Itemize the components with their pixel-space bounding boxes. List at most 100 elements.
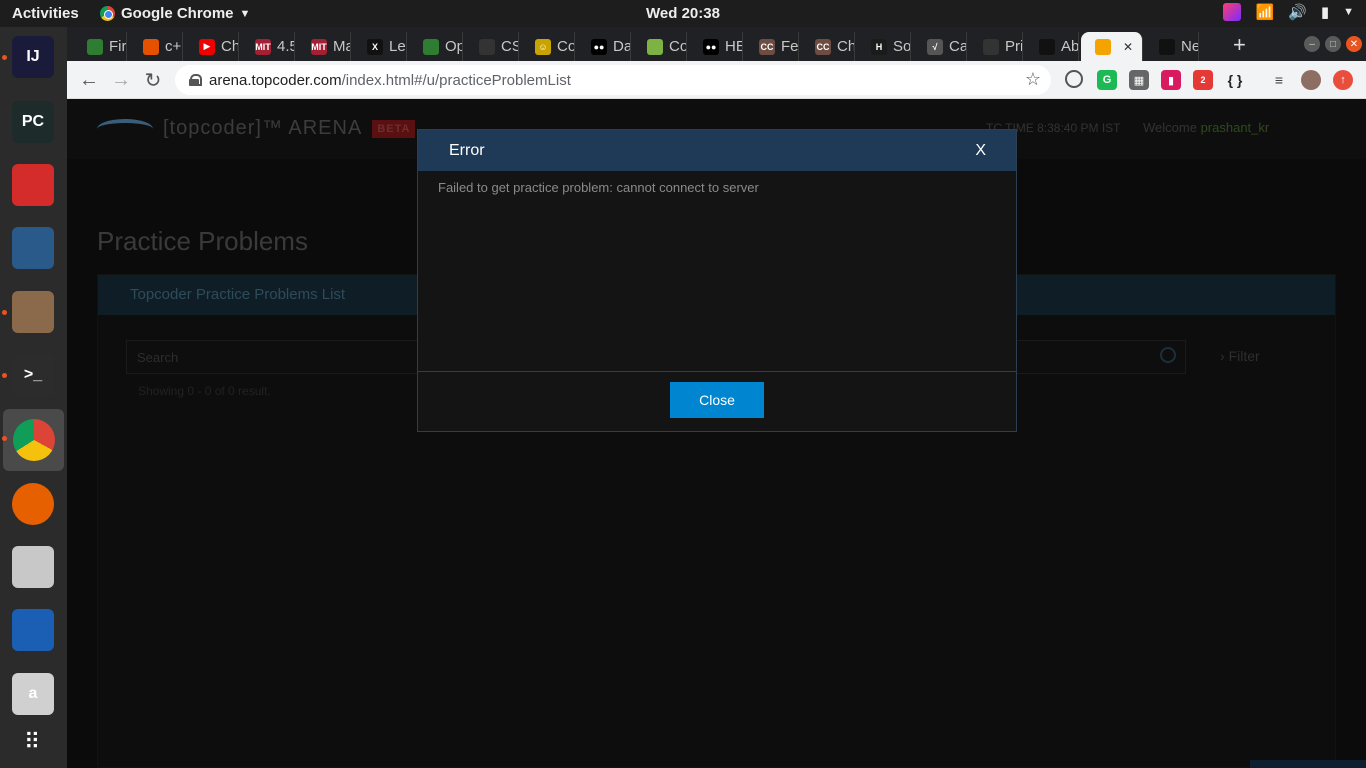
filter-label: Filter — [1228, 348, 1260, 364]
welcome-text: Welcome prashant_kr — [1143, 120, 1269, 135]
activities-button[interactable]: Activities — [12, 5, 79, 22]
tab-label: Da — [613, 38, 631, 55]
dock-item-thunderbird[interactable] — [8, 605, 58, 655]
tab-close-icon[interactable]: ✕ — [1123, 40, 1133, 54]
tab-label: Le — [389, 38, 406, 55]
tab-strip: + – □ ✕ Fir c+ ▶ Ch MIT 4.5 MIT Ma X Le Op CS ☺ Co ●● D… — [67, 27, 1366, 61]
profile-avatar[interactable] — [1301, 70, 1321, 90]
lock-icon[interactable] — [189, 74, 202, 86]
dock-item-pycharm[interactable]: PC — [8, 97, 58, 147]
tab[interactable]: Pri — [969, 32, 1023, 61]
wifi-icon[interactable]: 📶 — [1255, 3, 1274, 21]
address-bar[interactable]: arena.topcoder.com/index.html#/u/practic… — [175, 65, 1051, 95]
browser-toolbar: ← → ↻ arena.topcoder.com/index.html#/u/p… — [67, 61, 1366, 99]
tab[interactable]: c+ — [129, 32, 183, 61]
tab[interactable]: ●● Da — [577, 32, 631, 61]
tab-favicon-icon — [479, 38, 495, 55]
reload-icon[interactable]: ↻ — [141, 68, 165, 92]
intellij-icon: IJ — [12, 36, 54, 78]
system-tray[interactable]: 📶 🔊 ▮ ▼ — [1223, 3, 1354, 21]
tab-favicon-icon — [1159, 38, 1175, 55]
extension-icon[interactable] — [1065, 70, 1083, 88]
tab-favicon-icon: ●● — [703, 38, 719, 55]
tab[interactable]: ▶ Ch — [185, 32, 239, 61]
extension-badge: 2 — [1200, 75, 1206, 85]
update-icon[interactable]: ↑ — [1333, 70, 1353, 90]
tab[interactable]: MIT 4.5 — [241, 32, 295, 61]
tab-label: Ab — [1061, 38, 1079, 55]
tab[interactable]: √ Ca — [913, 32, 967, 61]
dock-item-chrome[interactable] — [3, 409, 64, 471]
chevron-down-icon: ▼ — [239, 7, 251, 20]
tab[interactable]: X Le — [353, 32, 407, 61]
running-indicator — [2, 310, 7, 315]
result-count: Showing 0 - 0 of 0 result. — [138, 384, 271, 398]
dock-item-firefox[interactable] — [8, 479, 58, 529]
tab-favicon-icon — [87, 38, 103, 55]
search-icon[interactable] — [1160, 347, 1176, 363]
chevron-down-icon[interactable]: ▼ — [1343, 6, 1354, 21]
minimize-icon[interactable]: – — [1304, 36, 1320, 52]
tab[interactable]: Co — [633, 32, 687, 61]
close-button[interactable]: Close — [670, 382, 764, 418]
close-window-icon[interactable]: ✕ — [1346, 36, 1362, 52]
filter-button[interactable]: › Filter — [1220, 348, 1260, 364]
mysql-workbench-icon — [12, 227, 54, 269]
corner-bar — [1250, 760, 1366, 768]
tab-active[interactable]: ✕ — [1081, 32, 1143, 61]
dock-item-mysql-workbench[interactable] — [8, 223, 58, 273]
apps-grid-icon[interactable]: ⠿ — [8, 717, 58, 767]
badge-extension-icon[interactable]: 2 — [1193, 70, 1213, 90]
grammarly-extension-icon[interactable]: G — [1097, 70, 1117, 90]
forward-icon[interactable]: → — [109, 68, 133, 92]
modal-close-x[interactable]: X — [975, 142, 986, 160]
tab-favicon-icon: H — [871, 38, 887, 55]
tab-label: Co — [669, 38, 687, 55]
dock-item-intellij[interactable]: IJ — [8, 32, 58, 82]
tab-favicon-icon: CC — [759, 38, 775, 55]
color-extension-icon[interactable]: ▮ — [1161, 70, 1181, 90]
tab-label: 4.5 — [277, 38, 294, 55]
running-indicator — [2, 436, 7, 441]
bookmark-star-icon[interactable]: ☆ — [1025, 69, 1041, 90]
tab-label: Fe — [781, 38, 799, 55]
modal-title: Error — [449, 142, 485, 159]
tab-label: Fir — [109, 38, 127, 55]
media-control-icon[interactable]: ≡ — [1269, 70, 1289, 90]
dock-item-rocketchat[interactable] — [8, 160, 58, 210]
tab[interactable]: ●● HE — [689, 32, 743, 61]
chrome-icon — [100, 6, 115, 21]
tab[interactable]: Op — [409, 32, 463, 61]
dock-item-terminal[interactable]: >_ — [8, 350, 58, 400]
new-tab-button[interactable]: + — [1233, 32, 1246, 58]
arena-logo[interactable]: [topcoder]™ ARENA BETA — [97, 117, 416, 140]
app-indicator-icon[interactable] — [1223, 3, 1242, 21]
tab[interactable]: Ab — [1025, 32, 1079, 61]
tab-label: Ca — [949, 38, 967, 55]
username-link[interactable]: prashant_kr — [1201, 120, 1270, 135]
tab[interactable]: CS — [465, 32, 519, 61]
thunderbird-icon — [12, 609, 54, 651]
pycharm-icon: PC — [12, 101, 54, 143]
dock-item-files[interactable] — [8, 287, 58, 337]
json-extension-icon[interactable]: { } — [1225, 70, 1245, 90]
qr-extension-icon[interactable]: ▦ — [1129, 70, 1149, 90]
amazon-icon: a — [12, 673, 54, 715]
tab[interactable]: MIT Ma — [297, 32, 351, 61]
dock-item-rhythmbox[interactable] — [8, 542, 58, 592]
tab[interactable]: ☺ Co — [521, 32, 575, 61]
back-icon[interactable]: ← — [77, 68, 101, 92]
tab-label: Ne — [1181, 38, 1199, 55]
tab[interactable]: Ne — [1145, 32, 1199, 61]
maximize-icon[interactable]: □ — [1325, 36, 1341, 52]
tab[interactable]: CC Fe — [745, 32, 799, 61]
app-menu[interactable]: Google Chrome ▼ — [100, 5, 250, 22]
battery-icon[interactable]: ▮ — [1321, 3, 1329, 21]
tab[interactable]: CC Ch — [801, 32, 855, 61]
tab-favicon-icon: √ — [927, 38, 943, 55]
tab[interactable]: H So — [857, 32, 911, 61]
volume-icon[interactable]: 🔊 — [1288, 3, 1307, 21]
beta-badge: BETA — [372, 119, 416, 138]
tab[interactable]: Fir — [73, 32, 127, 61]
dock-item-amazon[interactable]: a — [8, 669, 58, 719]
